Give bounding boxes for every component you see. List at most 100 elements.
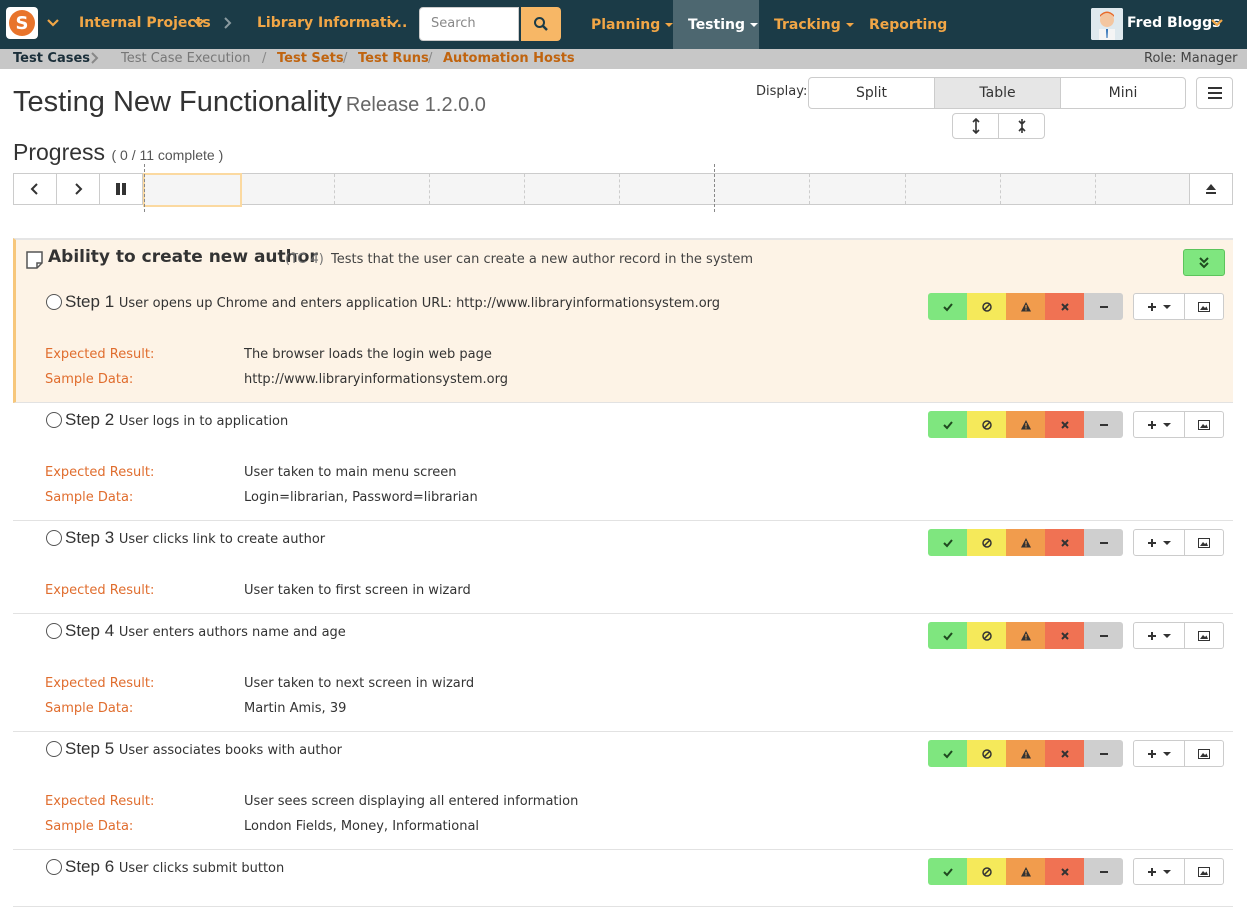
attach-screenshot-button[interactable] bbox=[1185, 294, 1223, 319]
add-incident-button[interactable] bbox=[1134, 412, 1185, 437]
search-button[interactable] bbox=[521, 7, 561, 41]
test-case-id: (TC 4) bbox=[285, 252, 324, 267]
pass-button[interactable] bbox=[928, 858, 967, 885]
menu-testing[interactable]: Testing bbox=[673, 0, 759, 49]
blocked-button[interactable] bbox=[967, 622, 1006, 649]
caution-button[interactable] bbox=[1006, 740, 1045, 767]
pass-button[interactable] bbox=[928, 529, 967, 556]
progress-step-9[interactable] bbox=[906, 174, 1001, 204]
progress-step-3[interactable] bbox=[335, 174, 430, 204]
attach-screenshot-button[interactable] bbox=[1185, 859, 1223, 884]
caution-button[interactable] bbox=[1006, 411, 1045, 438]
eject-button[interactable] bbox=[1189, 174, 1232, 204]
crumb-test-cases[interactable]: Test Cases bbox=[13, 51, 90, 66]
menu-button[interactable] bbox=[1196, 77, 1233, 109]
fail-button[interactable] bbox=[1045, 293, 1084, 320]
attach-screenshot-button[interactable] bbox=[1185, 623, 1223, 648]
search-input[interactable]: Search bbox=[419, 7, 519, 41]
caution-button[interactable] bbox=[1006, 529, 1045, 556]
fail-button[interactable] bbox=[1045, 411, 1084, 438]
fail-button[interactable] bbox=[1045, 529, 1084, 556]
test-case-name: Ability to create new author bbox=[48, 247, 318, 267]
step-actions bbox=[1133, 740, 1224, 767]
add-incident-button[interactable] bbox=[1134, 623, 1185, 648]
project-link[interactable]: Library Informati... bbox=[257, 15, 407, 31]
add-incident-button[interactable] bbox=[1134, 859, 1185, 884]
fail-button[interactable] bbox=[1045, 858, 1084, 885]
not-applicable-button[interactable] bbox=[1084, 293, 1123, 320]
add-incident-button[interactable] bbox=[1134, 741, 1185, 766]
project-group-link[interactable]: Internal Projects bbox=[79, 15, 211, 31]
plus-icon bbox=[1148, 749, 1156, 758]
next-step-button[interactable] bbox=[57, 174, 100, 204]
blocked-button[interactable] bbox=[967, 411, 1006, 438]
progress-step-1[interactable] bbox=[143, 173, 242, 207]
pass-all-button[interactable] bbox=[1183, 249, 1225, 276]
blocked-button[interactable] bbox=[967, 529, 1006, 556]
chevron-down-icon[interactable] bbox=[386, 14, 400, 32]
user-name[interactable]: Fred Bloggs bbox=[1127, 15, 1220, 31]
step-radio[interactable] bbox=[46, 530, 62, 546]
menu-tracking[interactable]: Tracking bbox=[759, 0, 869, 49]
plus-icon bbox=[1148, 302, 1156, 311]
display-table-button[interactable]: Table bbox=[934, 77, 1061, 109]
pause-button[interactable] bbox=[100, 174, 143, 204]
progress-step-4[interactable] bbox=[430, 174, 525, 204]
progress-step-11[interactable] bbox=[1096, 174, 1190, 204]
step-description: User associates books with author bbox=[118, 743, 342, 758]
chevron-down-icon[interactable] bbox=[192, 14, 206, 32]
minus-icon bbox=[1099, 870, 1108, 873]
not-applicable-button[interactable] bbox=[1084, 529, 1123, 556]
display-mini-button[interactable]: Mini bbox=[1060, 77, 1186, 109]
not-applicable-button[interactable] bbox=[1084, 740, 1123, 767]
step-radio[interactable] bbox=[46, 859, 62, 875]
blocked-button[interactable] bbox=[967, 858, 1006, 885]
blocked-button[interactable] bbox=[967, 740, 1006, 767]
progress-step-8[interactable] bbox=[810, 174, 906, 204]
pass-button[interactable] bbox=[928, 622, 967, 649]
fail-button[interactable] bbox=[1045, 622, 1084, 649]
chevron-down-icon[interactable] bbox=[46, 14, 60, 32]
sample-data-value: Martin Amis, 39 bbox=[244, 701, 347, 716]
attach-screenshot-button[interactable] bbox=[1185, 741, 1223, 766]
attach-screenshot-button[interactable] bbox=[1185, 412, 1223, 437]
progress-step-6[interactable] bbox=[620, 174, 715, 204]
not-applicable-button[interactable] bbox=[1084, 858, 1123, 885]
caution-button[interactable] bbox=[1006, 622, 1045, 649]
add-incident-button[interactable] bbox=[1134, 530, 1185, 555]
step-radio[interactable] bbox=[46, 412, 62, 428]
fail-button[interactable] bbox=[1045, 740, 1084, 767]
crumb-test-runs[interactable]: Test Runs bbox=[358, 51, 429, 66]
progress-step-5[interactable] bbox=[525, 174, 620, 204]
not-applicable-button[interactable] bbox=[1084, 622, 1123, 649]
step-radio[interactable] bbox=[46, 623, 62, 639]
step-radio[interactable] bbox=[46, 741, 62, 757]
avatar[interactable] bbox=[1091, 8, 1123, 40]
chevron-down-icon[interactable] bbox=[1210, 14, 1224, 32]
collapse-rows-button[interactable] bbox=[998, 113, 1045, 139]
test-step-row: Step 3 User clicks link to create author… bbox=[13, 521, 1233, 614]
blocked-button[interactable] bbox=[967, 293, 1006, 320]
step-radio[interactable] bbox=[46, 294, 62, 310]
step-status-buttons bbox=[928, 411, 1123, 438]
caution-button[interactable] bbox=[1006, 858, 1045, 885]
attach-screenshot-button[interactable] bbox=[1185, 530, 1223, 555]
progress-step-10[interactable] bbox=[1001, 174, 1096, 204]
step-status-buttons bbox=[928, 529, 1123, 556]
crumb-test-sets[interactable]: Test Sets bbox=[277, 51, 344, 66]
pass-button[interactable] bbox=[928, 293, 967, 320]
add-incident-button[interactable] bbox=[1134, 294, 1185, 319]
caution-button[interactable] bbox=[1006, 293, 1045, 320]
progress-step-7[interactable] bbox=[715, 174, 810, 204]
app-logo[interactable]: S bbox=[6, 7, 38, 39]
menu-planning[interactable]: Planning bbox=[576, 0, 688, 49]
not-applicable-button[interactable] bbox=[1084, 411, 1123, 438]
display-split-button[interactable]: Split bbox=[808, 77, 935, 109]
previous-step-button[interactable] bbox=[14, 174, 57, 204]
menu-reporting[interactable]: Reporting bbox=[854, 0, 962, 49]
pass-button[interactable] bbox=[928, 411, 967, 438]
crumb-automation-hosts[interactable]: Automation Hosts bbox=[443, 51, 575, 66]
progress-step-2[interactable] bbox=[242, 174, 335, 204]
expand-rows-button[interactable] bbox=[952, 113, 999, 139]
pass-button[interactable] bbox=[928, 740, 967, 767]
